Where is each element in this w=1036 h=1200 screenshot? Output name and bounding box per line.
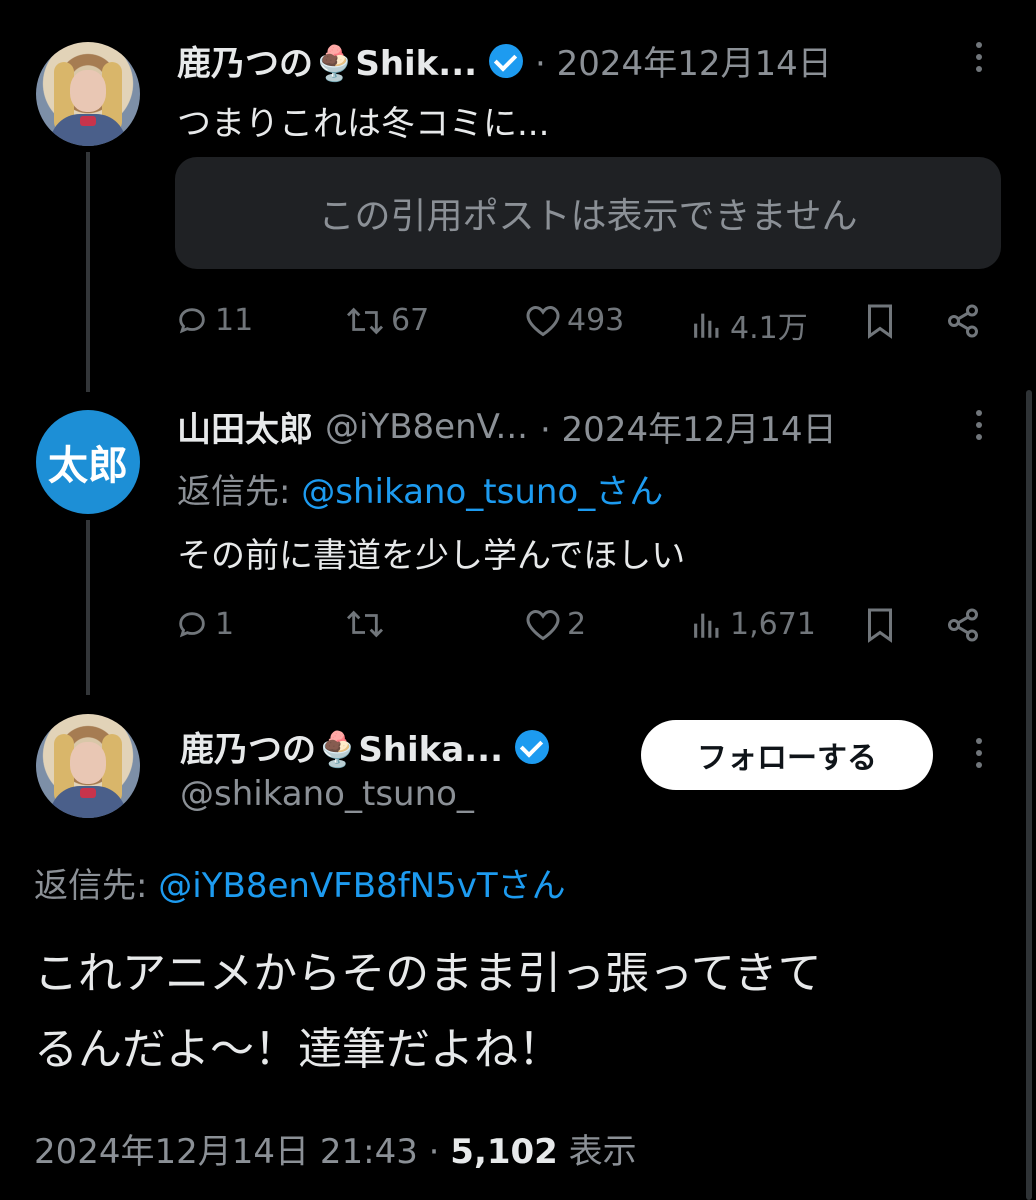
- like-button[interactable]: 2: [525, 607, 586, 642]
- share-button[interactable]: [945, 303, 981, 339]
- post-text: つまりこれは冬コミに...: [177, 104, 550, 144]
- reply-to-user-link[interactable]: @shikano_tsuno_さん: [301, 472, 663, 512]
- like-icon: [526, 609, 560, 640]
- bookmark-button[interactable]: [865, 303, 895, 339]
- more-icon[interactable]: [976, 42, 982, 78]
- share-button[interactable]: [945, 607, 981, 643]
- avatar[interactable]: 太郎: [36, 410, 140, 514]
- reply-to-label: 返信先:: [34, 866, 148, 906]
- post-text-line: るんだよ～！達筆だよね！: [34, 1024, 562, 1075]
- like-count: 2: [567, 607, 587, 642]
- reply-to-user-link[interactable]: @iYB8enVFB8fN5vTさん: [158, 866, 565, 906]
- thread-connector: [86, 520, 90, 695]
- share-icon: [948, 304, 978, 338]
- avatar-text: 太郎: [48, 443, 128, 489]
- reply-count: 11: [215, 303, 254, 338]
- action-bar: 11 67 493 4.1万: [175, 303, 995, 346]
- reply-button[interactable]: 1: [175, 607, 234, 642]
- post-date[interactable]: · 2024年12月14日: [540, 402, 837, 451]
- share-icon: [948, 608, 978, 642]
- repost-icon: [346, 307, 384, 334]
- repost-count: 67: [391, 303, 430, 338]
- view-total: 5,102: [450, 1132, 558, 1172]
- views-icon: [694, 613, 719, 638]
- reply-icon: [179, 307, 205, 333]
- user-handle[interactable]: @shikano_tsuno_: [180, 774, 474, 814]
- post-meta: 2024年12月14日 21:43 · 5,102 表示: [34, 1124, 637, 1173]
- thread-connector: [86, 152, 90, 392]
- post-text: その前に書道を少し学んでほしい: [177, 536, 686, 576]
- bookmark-icon: [868, 608, 892, 643]
- views-button[interactable]: 4.1万: [690, 303, 808, 347]
- like-button[interactable]: 493: [525, 303, 624, 338]
- views-icon: [694, 313, 719, 338]
- reply-icon: [179, 611, 205, 637]
- view-count: 4.1万: [730, 311, 808, 346]
- view-label: 表示: [557, 1132, 637, 1172]
- like-icon: [526, 305, 560, 336]
- verified-badge-icon: [489, 43, 524, 78]
- reply-button[interactable]: 11: [175, 303, 253, 338]
- scrollbar[interactable]: [1026, 390, 1032, 1200]
- display-name[interactable]: 山田太郎: [177, 402, 313, 451]
- views-button[interactable]: 1,671: [690, 607, 816, 642]
- user-handle[interactable]: @iYB8enV...: [325, 407, 528, 447]
- post-timestamp[interactable]: 2024年12月14日 21:43 ·: [34, 1132, 450, 1172]
- reply-count: 1: [215, 607, 235, 642]
- more-icon[interactable]: [976, 738, 982, 774]
- display-name[interactable]: 鹿乃つの🍨Shika...: [180, 722, 503, 771]
- like-count: 493: [567, 303, 625, 338]
- action-bar: 1 2 1,671: [175, 607, 995, 647]
- repost-icon: [346, 610, 384, 638]
- post-text-line: これアニメからそのまま引っ張ってきて: [34, 948, 822, 999]
- verified-badge-icon: [514, 729, 549, 764]
- reply-to-label: 返信先:: [177, 472, 291, 512]
- avatar[interactable]: [36, 42, 140, 146]
- bookmark-button[interactable]: [865, 607, 895, 643]
- repost-button[interactable]: 67: [345, 303, 429, 338]
- display-name[interactable]: 鹿乃つの🍨Shik...: [177, 36, 477, 85]
- avatar[interactable]: [36, 714, 140, 818]
- follow-button[interactable]: フォローする: [641, 720, 933, 790]
- repost-button[interactable]: [345, 607, 391, 641]
- bookmark-icon: [868, 304, 892, 339]
- view-count: 1,671: [730, 607, 816, 642]
- post-date[interactable]: · 2024年12月14日: [535, 36, 832, 85]
- quote-unavailable-box: この引用ポストは表示できません: [175, 157, 1001, 269]
- more-icon[interactable]: [976, 410, 982, 446]
